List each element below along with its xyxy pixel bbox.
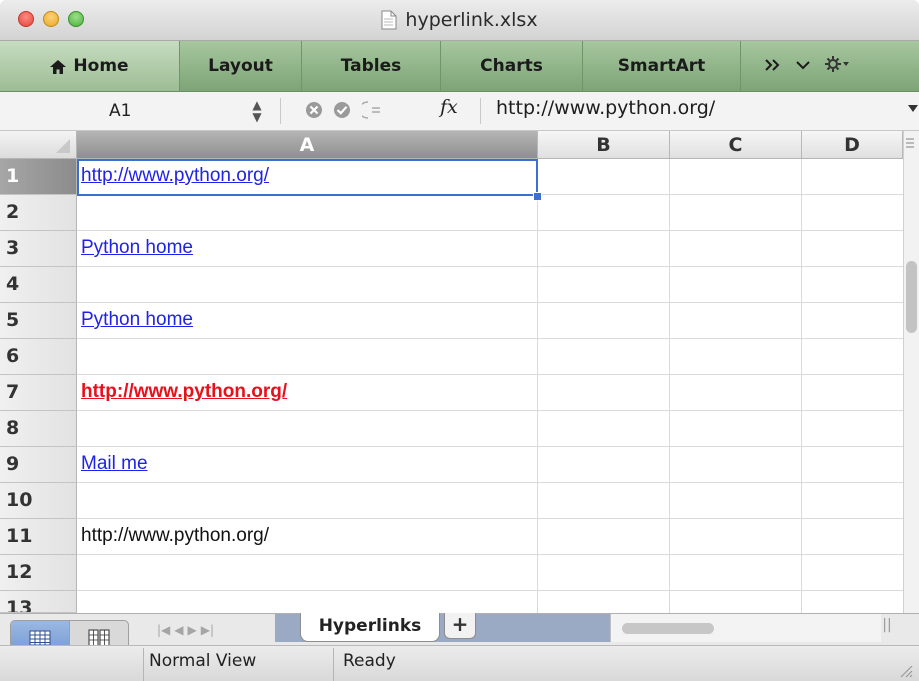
cell-selection bbox=[77, 159, 538, 196]
row-gridline bbox=[77, 482, 919, 483]
name-box[interactable]: A1 bbox=[24, 97, 244, 124]
row-header-9[interactable]: 9 bbox=[0, 447, 77, 483]
confirm-icon[interactable] bbox=[332, 100, 352, 120]
sheet-navigation: |◀ ◀ ▶ ▶| bbox=[145, 618, 275, 642]
column-gridline bbox=[669, 159, 670, 613]
more-tabs-icon[interactable] bbox=[765, 56, 781, 76]
cell-a5-hyperlink[interactable]: Python home bbox=[81, 303, 193, 339]
row-header-13[interactable]: 13 bbox=[0, 591, 77, 613]
gear-icon[interactable] bbox=[825, 55, 849, 78]
column-header-d[interactable]: D bbox=[802, 131, 903, 159]
status-ready-label: Ready bbox=[343, 651, 396, 671]
column-gridline bbox=[801, 159, 802, 613]
column-header-b[interactable]: B bbox=[538, 131, 670, 159]
previous-sheet-icon[interactable]: ◀ bbox=[174, 623, 183, 637]
select-all-corner[interactable] bbox=[0, 131, 77, 159]
row-gridline bbox=[77, 338, 919, 339]
excel-window: hyperlink.xlsx Home Layout Tables Charts… bbox=[0, 0, 919, 681]
row-gridline bbox=[77, 266, 919, 267]
status-divider bbox=[143, 648, 144, 681]
home-icon bbox=[50, 59, 67, 74]
tab-charts[interactable]: Charts bbox=[441, 41, 583, 91]
row-header-4[interactable]: 4 bbox=[0, 267, 77, 303]
ribbon-extra-controls bbox=[741, 41, 919, 91]
row-gridline bbox=[77, 446, 919, 447]
document-icon bbox=[381, 10, 397, 30]
tab-tables[interactable]: Tables bbox=[302, 41, 441, 91]
cell-a3-hyperlink[interactable]: Python home bbox=[81, 231, 193, 267]
column-gridline bbox=[537, 159, 538, 613]
split-handle-icon[interactable] bbox=[904, 135, 916, 151]
formula-bar: A1 ▲ ▼ fx http://www.python.org/ bbox=[0, 92, 919, 131]
row-header-12[interactable]: 12 bbox=[0, 555, 77, 591]
status-bar bbox=[0, 645, 919, 681]
status-view-label: Normal View bbox=[149, 651, 257, 671]
tab-tables-label: Tables bbox=[340, 56, 402, 76]
add-sheet-button[interactable]: + bbox=[444, 613, 476, 639]
tab-smartart[interactable]: SmartArt bbox=[583, 41, 741, 91]
row-header-2[interactable]: 2 bbox=[0, 195, 77, 231]
collapse-ribbon-icon[interactable] bbox=[795, 56, 811, 76]
row-header-5[interactable]: 5 bbox=[0, 303, 77, 339]
formula-expand-icon[interactable] bbox=[908, 105, 918, 112]
tab-smartart-label: SmartArt bbox=[617, 56, 706, 76]
row-header-7[interactable]: 7 bbox=[0, 375, 77, 411]
tab-charts-label: Charts bbox=[480, 56, 543, 76]
tab-home[interactable]: Home bbox=[0, 41, 180, 91]
window-title: hyperlink.xlsx bbox=[0, 0, 919, 40]
title-bar: hyperlink.xlsx bbox=[0, 0, 919, 41]
formula-input[interactable]: http://www.python.org/ bbox=[496, 97, 715, 119]
row-gridline bbox=[77, 230, 919, 231]
column-header-a[interactable]: A bbox=[77, 131, 538, 159]
spreadsheet-grid[interactable]: A B C D 1 2 3 4 5 6 7 8 9 10 11 12 13 ht… bbox=[0, 131, 919, 613]
formula-divider bbox=[480, 98, 481, 124]
formula-divider bbox=[280, 98, 281, 124]
status-divider bbox=[333, 648, 334, 681]
row-header-10[interactable]: 10 bbox=[0, 483, 77, 519]
next-sheet-icon[interactable]: ▶ bbox=[188, 623, 197, 637]
row-header-1[interactable]: 1 bbox=[0, 159, 77, 195]
row-header-8[interactable]: 8 bbox=[0, 411, 77, 447]
fill-handle[interactable] bbox=[533, 192, 542, 201]
row-header-3[interactable]: 3 bbox=[0, 231, 77, 267]
column-header-c[interactable]: C bbox=[670, 131, 802, 159]
window-title-text: hyperlink.xlsx bbox=[405, 9, 538, 31]
cell-a11-text[interactable]: http://www.python.org/ bbox=[81, 519, 269, 555]
tab-layout-label: Layout bbox=[208, 56, 273, 76]
tab-layout[interactable]: Layout bbox=[180, 41, 302, 91]
row-gridline bbox=[77, 590, 919, 591]
first-sheet-icon[interactable]: |◀ bbox=[157, 623, 170, 637]
fx-icon[interactable]: fx bbox=[440, 96, 458, 118]
last-sheet-icon[interactable]: ▶| bbox=[201, 623, 214, 637]
resize-grip-icon[interactable] bbox=[897, 662, 913, 678]
horizontal-scroll-thumb[interactable] bbox=[622, 623, 714, 634]
row-header-6[interactable]: 6 bbox=[0, 339, 77, 375]
row-header-11[interactable]: 11 bbox=[0, 519, 77, 555]
name-box-stepper-icon[interactable]: ▲ ▼ bbox=[248, 99, 266, 123]
tab-home-label: Home bbox=[73, 56, 129, 76]
horizontal-split-icon[interactable]: || bbox=[880, 617, 894, 637]
row-gridline bbox=[77, 302, 919, 303]
ribbon-tabs: Home Layout Tables Charts SmartArt bbox=[0, 41, 919, 92]
cell-a9-mail-link[interactable]: Mail me bbox=[81, 447, 148, 483]
vertical-scrollbar[interactable] bbox=[903, 131, 919, 613]
insert-function-icon[interactable] bbox=[358, 100, 388, 120]
sheet-tab-hyperlinks[interactable]: Hyperlinks bbox=[300, 613, 440, 642]
cancel-icon[interactable] bbox=[304, 100, 324, 120]
cell-a7-hyperlink[interactable]: http://www.python.org/ bbox=[81, 375, 287, 411]
vertical-scroll-thumb[interactable] bbox=[906, 261, 917, 333]
